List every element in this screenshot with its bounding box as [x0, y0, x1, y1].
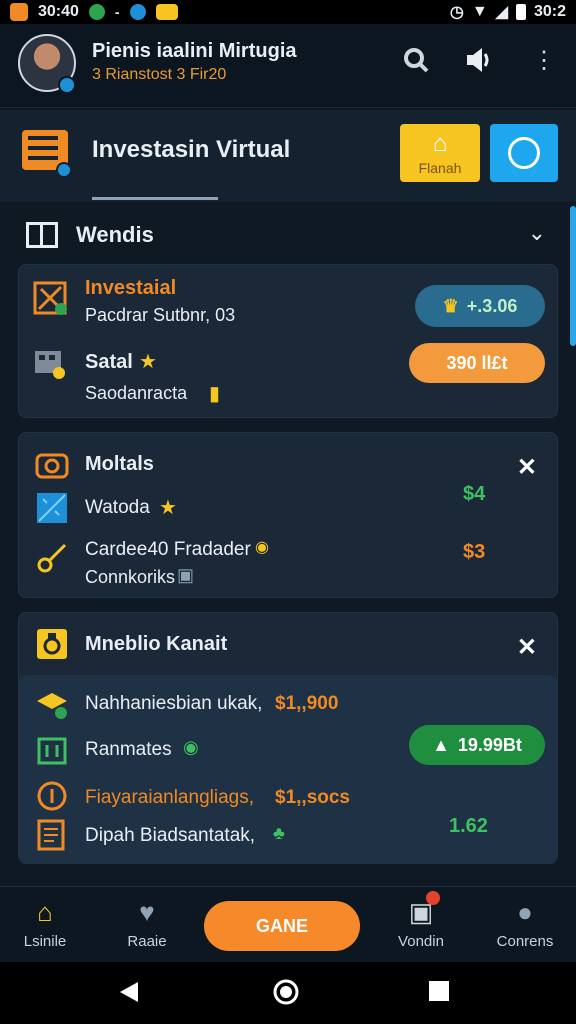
alarm-icon: ◷ [449, 4, 464, 21]
card2-row1: Watoda [85, 497, 150, 518]
metals-card[interactable]: Moltals ✕ Watoda ★ $4 Cardee40 Fradader … [18, 432, 558, 598]
star-icon: ★ [139, 351, 157, 373]
card3-value-pill[interactable]: ▲ 19.99Bt [409, 725, 545, 765]
pattern-icon [37, 493, 67, 523]
battery-icon [515, 4, 526, 20]
nav-heart[interactable]: ♥ Raaie [102, 897, 192, 950]
scrollbar[interactable] [570, 206, 576, 346]
notification-dot [426, 891, 440, 905]
home-circle-icon[interactable] [272, 978, 300, 1006]
nav-profile[interactable]: ● Conrens [480, 897, 570, 950]
card3-row3: Fiayaraianlangliags, [85, 787, 254, 808]
card2-row2-sub: Connkoriks [85, 567, 176, 587]
camera-nav-icon: ▣ [406, 891, 440, 927]
card3-row2: Ranmates [85, 739, 172, 760]
verified-badge-icon [58, 76, 76, 94]
game-cta-button[interactable]: GANE [204, 901, 360, 951]
more-options-icon[interactable]: ⋮ [526, 42, 562, 78]
home-icon: ⌂ [37, 897, 53, 927]
home-button[interactable]: Flanah [400, 124, 480, 182]
status-time: 30:40 [38, 3, 79, 20]
lock-box-icon [37, 629, 67, 659]
card3-row1-amount: $1,,900 [275, 693, 339, 714]
dash-icon: - [114, 4, 120, 20]
card3-row4-value: 1.62 [449, 815, 488, 837]
status-time-right: 30:2 [533, 3, 566, 20]
card1-row1-sub: Pacdrar Sutbnr, 03 [85, 305, 236, 325]
card1-row2-sub: Saodanracta [85, 383, 188, 403]
card2-row2: Cardee40 Fradader [85, 539, 251, 560]
search-icon[interactable] [398, 42, 434, 78]
nav-home-label: Lsinile [23, 933, 67, 950]
rocket-icon: ▲ [432, 734, 450, 755]
wifi-icon: ▼ [471, 3, 488, 20]
title-bar: Investasin Virtual Flanah [0, 110, 576, 202]
title-badge-icon [56, 162, 72, 178]
page-title: Investasin Virtual [92, 136, 291, 163]
camera-icon [35, 453, 69, 479]
section-title: Wendis [76, 222, 154, 247]
recents-icon[interactable] [428, 980, 450, 1002]
building-icon [37, 737, 67, 765]
globe-icon [508, 137, 540, 169]
yellow-icon [155, 4, 178, 20]
card1-row1-pill-text: +.3.06 [466, 295, 518, 316]
card3-row3-amount: $1,,socs [275, 787, 350, 808]
card2-close-icon[interactable]: ✕ [517, 453, 537, 482]
card1-row1-title: Investaial [85, 277, 177, 299]
crown-icon: ♛ [442, 295, 459, 316]
box-icon: ▣ [177, 565, 195, 585]
blue-icon [129, 4, 146, 20]
section-header[interactable]: Wendis ⌄ [0, 212, 576, 256]
globe-button[interactable] [490, 124, 558, 182]
app-header: Pienis iaalini Mirtugia 3 Rianstost 3 Fi… [0, 24, 576, 108]
card1-row2-title: Satal [85, 351, 133, 373]
heart-icon: ♥ [139, 897, 155, 927]
card1-row2-pill[interactable]: 390 ll£t [409, 343, 545, 383]
tab-indicator [92, 197, 218, 200]
card2-row1-value: $4 [463, 483, 486, 505]
chevron-down-icon[interactable]: ⌄ [528, 220, 546, 246]
card2-title: Moltals [85, 453, 154, 475]
card1-value-pill[interactable]: ♛ +.3.06 [415, 285, 545, 327]
app-icon [10, 3, 28, 21]
portfolio-card[interactable]: Mneblio Kanait ✕ Nahhaniesbian ukak, $1,… [18, 612, 558, 864]
nav-home[interactable]: ⌂ Lsinile [0, 897, 90, 950]
cap-icon [37, 693, 67, 719]
signal-icon: ◢ [495, 4, 508, 21]
card2-star-icon: ★ [159, 497, 177, 519]
back-icon[interactable] [118, 980, 140, 1004]
card3-close-icon[interactable]: ✕ [517, 633, 537, 662]
nav-camera[interactable]: ▣ Vondin [376, 891, 466, 950]
nav-profile-label: Conrens [496, 933, 554, 950]
calculator-icon [35, 351, 65, 379]
nav-camera-label: Vondin [398, 933, 444, 950]
chart-icon [33, 281, 67, 315]
card3-clover-icon: ♣ [273, 823, 285, 843]
bottom-navigation: ⌂ Lsinile ♥ Raaie GANE ▣ Vondin ● Conren… [0, 886, 576, 962]
header-subtitle: 3 Rianstost 3 Fir20 [92, 66, 227, 83]
investment-card[interactable]: Investaial Pacdrar Sutbnr, 03 ♛ +.3.06 S… [18, 264, 558, 418]
card3-row1: Nahhaniesbian ukak, [85, 693, 263, 714]
nav-heart-label: Raaie [127, 933, 167, 950]
speaker-icon[interactable] [460, 42, 496, 78]
coin-icon: ▮ [209, 383, 221, 405]
grid-icon [26, 222, 58, 248]
green-icon [88, 4, 105, 20]
card3-title: Mneblio Kanait [85, 633, 228, 655]
lock-icon: ◉ [255, 539, 269, 556]
header-title: Pienis iaalini Mirtugia [92, 40, 297, 62]
card3-row2-pill-text: 19.99Bt [457, 734, 522, 755]
document-icon [37, 819, 65, 851]
system-navigation-bar [0, 962, 576, 1024]
status-bar: 30:40 - ◷ ▼ ◢ 30:2 [0, 0, 576, 24]
card3-leaf-icon: ◉ [183, 737, 199, 757]
tool-icon [37, 543, 67, 573]
coin-circle-icon [37, 781, 67, 811]
person-icon: ● [517, 897, 533, 927]
card2-row2-value: $3 [463, 541, 486, 563]
card3-row4: Dipah Biadsantatak, [85, 825, 256, 846]
